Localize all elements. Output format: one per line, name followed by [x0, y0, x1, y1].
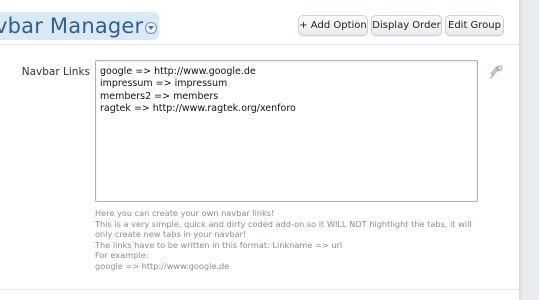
help-line: For example: [95, 250, 149, 261]
page-title[interactable]: vbar Manager [0, 12, 160, 40]
help-line: Here you can create your own navbar link… [95, 208, 275, 218]
page-title-text: vbar Manager [0, 14, 144, 38]
help-line: google => http://www.google.de [95, 260, 230, 271]
edit-group-button[interactable]: Edit Group [445, 15, 504, 36]
help-line: This is a very simple, quick and dirty c… [95, 218, 472, 229]
display-order-button[interactable]: Display Order [371, 15, 442, 36]
navbar-links-textarea[interactable]: google => http://www.google.de impressum… [95, 60, 478, 202]
chevron-down-icon[interactable] [145, 21, 158, 34]
add-option-button[interactable]: + Add Option [298, 15, 368, 36]
pencil-wrench-icon[interactable] [489, 64, 503, 79]
navbar-links-label: Navbar Links [21, 66, 90, 78]
option-help-text: Here you can create your own navbar link… [95, 208, 495, 272]
help-line: The links have to be written in this for… [95, 239, 343, 250]
group-header: vbar Manager + Add Option Display Order … [0, 0, 519, 45]
section-divider [0, 289, 519, 290]
help-line: only create new tabs in your navbar! [95, 229, 247, 240]
options-panel: vbar Manager + Add Option Display Order … [0, 0, 520, 300]
